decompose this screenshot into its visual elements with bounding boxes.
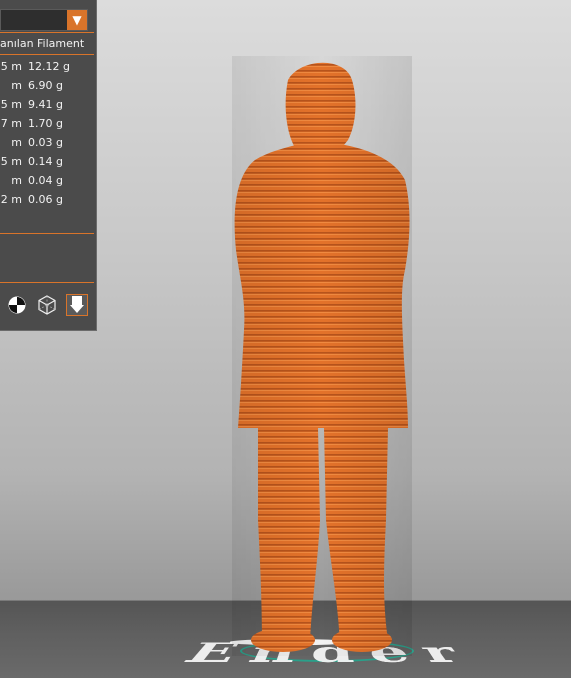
length-value: m [11,136,22,149]
layer-view-icon[interactable] [66,294,88,316]
weight-value: 1.70 g [28,117,63,130]
weight-value: 0.04 g [28,174,63,187]
list-item: m 0.03 g [0,136,63,155]
divider [0,233,94,234]
list-item: 5 m 9.41 g [0,98,63,117]
chevron-down-icon[interactable]: ▼ [67,10,87,30]
model-body [232,56,412,656]
filament-usage-panel: ▼ anılan Filament 5 m 12.12 g m 6.90 g 5 m… [0,0,97,331]
weight-value: 12.12 g [28,60,70,73]
length-value: 5 m [0,60,22,73]
length-value: 2 m [0,193,22,206]
weight-value: 0.14 g [28,155,63,168]
length-value: 5 m [0,98,22,111]
length-value: 5 m [0,155,22,168]
divider [0,282,94,283]
list-item: 2 m 0.06 g [0,193,63,212]
list-item: 5 m 0.14 g [0,155,63,174]
list-item: m 6.90 g [0,79,63,98]
list-item: 7 m 1.70 g [0,117,63,136]
color-scheme-icon[interactable] [6,294,28,316]
list-item: m 0.04 g [0,174,63,193]
weight-value: 0.03 g [28,136,63,149]
list-item: 5 m 12.12 g [0,60,70,79]
color-scheme-dropdown[interactable]: ▼ [0,9,88,31]
x-ray-view-icon[interactable] [36,294,58,316]
column-header-used-filament: anılan Filament [0,37,85,50]
weight-value: 9.41 g [28,98,63,111]
divider [0,54,94,55]
weight-value: 6.90 g [28,79,63,92]
length-value: 7 m [0,117,22,130]
length-value: m [11,79,22,92]
length-value: m [11,174,22,187]
weight-value: 0.06 g [28,193,63,206]
divider [0,32,94,33]
